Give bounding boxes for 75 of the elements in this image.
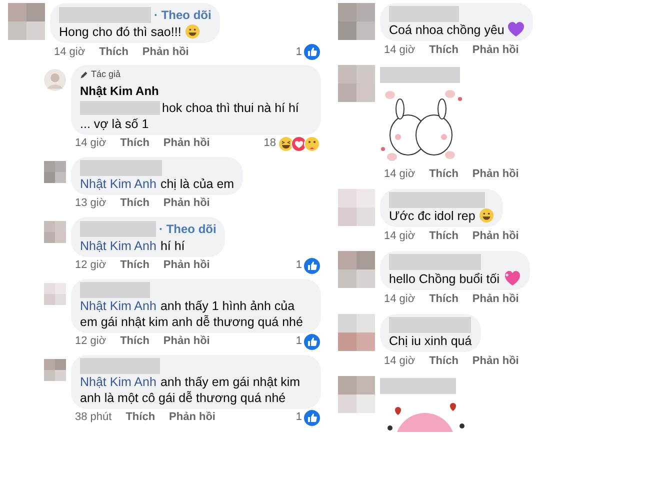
reply-link[interactable]: Phản hồi xyxy=(472,42,519,58)
pixelated-avatar xyxy=(44,160,66,182)
mention-link[interactable]: Nhật Kim Anh xyxy=(80,374,156,388)
comment-time: 14 giờ xyxy=(384,166,416,182)
pixelated-avatar xyxy=(338,65,375,102)
pen-icon xyxy=(80,70,88,79)
author-label: Tác giả xyxy=(91,68,121,81)
like-link[interactable]: Thích xyxy=(120,135,150,152)
pixelated-avatar xyxy=(8,3,45,40)
pixelated-avatar xyxy=(338,251,375,288)
like-link[interactable]: Thích xyxy=(429,352,458,370)
redacted-name xyxy=(80,282,150,298)
comment-time: 14 giờ xyxy=(384,228,416,244)
like-icon xyxy=(304,44,320,60)
comment-text: Nhật Kim Anh chị là của em xyxy=(80,176,234,192)
redacted-name xyxy=(389,6,459,22)
mention-link[interactable]: Nhật Kim Anh xyxy=(80,298,156,312)
comment-text: Nhật Kim Anh anh thấy 1 hình ảnh của em gái nhật kim anh dễ thương quá nhé xyxy=(80,298,304,330)
comment-text: Hong cho đó thì sao!!! xyxy=(59,24,212,40)
reply-link[interactable]: Phản hồi xyxy=(163,135,210,152)
reaction-count: 1 xyxy=(296,410,302,426)
like-icon xyxy=(304,334,320,350)
reply-link[interactable]: Phản hồi xyxy=(472,290,519,308)
pixelated-avatar xyxy=(44,358,66,380)
reply-link[interactable]: Phản hồi xyxy=(472,228,519,244)
reply-link[interactable]: Phản hồi xyxy=(472,352,519,370)
like-link[interactable]: Thích xyxy=(126,409,156,426)
comment-time: 13 giờ xyxy=(75,196,106,212)
pixelated-avatar xyxy=(338,189,375,226)
reply-link[interactable]: Phản hồi xyxy=(163,333,210,350)
pixelated-avatar xyxy=(338,3,375,40)
avatar xyxy=(44,69,66,91)
like-link[interactable]: Thích xyxy=(120,195,150,212)
like-link[interactable]: Thích xyxy=(120,257,150,274)
reply-link[interactable]: Phản hồi xyxy=(163,257,210,274)
follow-link[interactable]: · Theo dõi xyxy=(154,6,212,24)
reaction-count: 18 xyxy=(264,136,276,152)
reply-link[interactable]: Phản hồi xyxy=(142,44,189,60)
like-link[interactable]: Thích xyxy=(99,44,128,60)
reply-link[interactable]: Phản hồi xyxy=(169,409,216,426)
comment-time: 38 phút xyxy=(75,410,112,426)
reaction-count: 1 xyxy=(296,334,302,350)
comment-time: 12 giờ xyxy=(75,258,106,274)
comment-text: Ước đc idol rep xyxy=(389,208,494,224)
reaction-count: 1 xyxy=(296,44,302,60)
comment-time: 14 giờ xyxy=(54,44,86,60)
pixelated-avatar xyxy=(338,376,375,413)
like-link[interactable]: Thích xyxy=(429,42,458,58)
comment-text: Coá nhoa chồng yêu xyxy=(389,22,524,38)
comment-time: 14 giờ xyxy=(75,136,106,152)
comment-text: hok choa thì thui nà hí hí ... vợ là số 1 xyxy=(80,100,300,132)
comment-time: 14 giờ xyxy=(384,42,416,58)
pixelated-avatar xyxy=(44,220,66,242)
comment-text: Nhật Kim Anh anh thấy em gái nhật kim anh là một cô gái dễ thương quá nhé xyxy=(80,374,302,406)
like-icon xyxy=(304,410,320,426)
reaction-count: 1 xyxy=(296,258,302,274)
like-link[interactable]: Thích xyxy=(429,166,458,182)
comment-text: Nhật Kim Anh hí hí xyxy=(80,238,186,254)
comment-time: 14 giờ xyxy=(384,354,416,369)
pixelated-avatar xyxy=(338,314,375,351)
reply-link[interactable]: Phản hồi xyxy=(472,166,519,182)
like-link[interactable]: Thích xyxy=(429,228,458,244)
mention-link[interactable]: Nhật Kim Anh xyxy=(80,176,156,190)
comment-text: Chị iu xinh quá xyxy=(389,333,472,349)
like-link[interactable]: Thích xyxy=(429,290,458,308)
reply-link[interactable]: Phản hồi xyxy=(163,195,210,212)
comment-text: hello Chồng buổi tối xyxy=(389,270,520,287)
comment-time: 12 giờ xyxy=(75,334,106,350)
mention-link[interactable]: Nhật Kim Anh xyxy=(80,238,156,252)
author-name[interactable]: Nhật Kim Anh xyxy=(80,82,159,100)
like-icon xyxy=(304,258,320,274)
comment-time: 14 giờ xyxy=(384,292,416,307)
pixelated-avatar xyxy=(44,282,66,304)
like-link[interactable]: Thích xyxy=(120,333,150,350)
follow-link[interactable]: · Theo dõi xyxy=(159,220,216,238)
